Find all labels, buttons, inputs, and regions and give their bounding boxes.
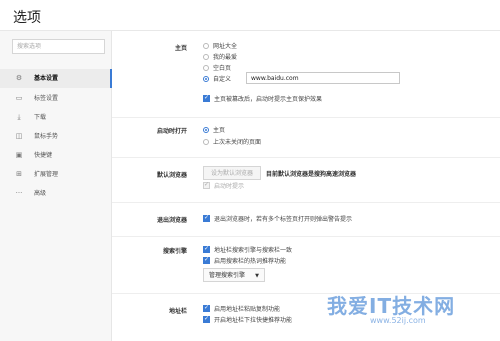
page-title: 选项 [13, 10, 41, 26]
sidebar-item-label: 高级 [34, 190, 47, 197]
radio-homepage-custom[interactable]: 自定义 [203, 75, 231, 84]
checkbox-checked-icon [203, 93, 210, 102]
checkbox-paste-copy[interactable]: 启用地址栏粘贴复制功能 [203, 303, 280, 314]
gear-icon: ⚙ [15, 74, 23, 82]
keyboard-icon: ▣ [15, 151, 23, 159]
section-divider [112, 117, 500, 118]
radio-homepage-favorites[interactable]: 我的最爱 [203, 53, 237, 62]
radio-icon [203, 139, 209, 145]
sidebar-item-label: 标签设置 [34, 95, 59, 102]
tab-icon: ▭ [15, 94, 23, 102]
checkbox-hot-words[interactable]: 启用搜索栏的热词推荐功能 [203, 255, 286, 266]
extension-icon: ⊞ [16, 170, 22, 178]
sidebar-item-label: 扩展管理 [34, 171, 59, 178]
section-label-exit-browser: 退出浏览器 [156, 217, 187, 224]
more-icon: ··· [15, 189, 23, 197]
default-browser-status: 目前默认浏览器是搜狗高速浏览器 [266, 171, 357, 178]
section-label-search-engine: 搜索引擎 [162, 248, 187, 255]
checkbox-checked-icon [203, 213, 210, 222]
sidebar-item-advanced[interactable]: ··· 高级 [0, 184, 111, 203]
sidebar-item-label: 快捷键 [34, 152, 53, 159]
radio-icon [203, 54, 209, 60]
section-label-startup: 启动时打开 [156, 128, 187, 135]
sidebar-item-mouse-gestures[interactable]: ◫ 鼠标手势 [0, 127, 111, 146]
radio-selected-icon [203, 127, 209, 133]
sidebar-item-download[interactable]: ⤓ 下载 [0, 108, 111, 127]
checkbox-checked-icon [203, 255, 210, 264]
set-default-browser-button[interactable]: 设为默认浏览器 [203, 166, 261, 180]
chevron-down-icon: ▼ [255, 273, 259, 279]
checkbox-checked-icon [203, 244, 210, 253]
sidebar-item-shortcuts[interactable]: ▣ 快捷键 [0, 146, 111, 165]
homepage-url-input[interactable]: www.baidu.com [246, 72, 400, 84]
radio-icon [203, 65, 209, 71]
radio-startup-last-session[interactable]: 上次未关闭的页面 [203, 138, 261, 147]
mouse-icon: ◫ [15, 132, 23, 140]
section-divider [112, 236, 500, 237]
section-label-address-bar: 地址栏 [168, 308, 187, 315]
checkbox-dropdown-suggest[interactable]: 开启地址栏下拉快捷推荐功能 [203, 314, 292, 325]
checkbox-checked-icon [203, 314, 210, 323]
checkbox-checked-icon [203, 303, 210, 312]
watermark-logo: 我爱IT技术网 [327, 294, 456, 318]
radio-homepage-blank[interactable]: 空白页 [203, 64, 231, 73]
radio-icon [203, 43, 209, 49]
section-label-homepage: 主页 [174, 45, 187, 52]
checkbox-search-sync[interactable]: 地址栏搜索引擎与搜索栏一致 [203, 244, 292, 255]
radio-homepage-nav[interactable]: 网址大全 [203, 42, 237, 51]
sidebar-item-extensions[interactable]: ⊞ 扩展管理 [0, 165, 111, 184]
manage-search-engines-dropdown[interactable]: 管理搜索引擎 ▼ [203, 268, 265, 282]
search-input[interactable]: 搜索选项 [12, 39, 105, 54]
download-icon: ⤓ [17, 113, 21, 121]
checkbox-disabled-icon [203, 180, 210, 189]
checkbox-exit-warning[interactable]: 退出浏览器时，若有多个标签页打开则弹出警告提示 [203, 213, 352, 224]
sidebar: 搜索选项 ⚙ 基本设置 ▭ 标签设置 ⤓ 下载 ◫ 鼠标手势 ▣ 快捷键 ⊞ 扩… [0, 31, 112, 341]
sidebar-item-tab-settings[interactable]: ▭ 标签设置 [0, 89, 111, 108]
checkbox-startup-prompt[interactable]: 启动时提示 [203, 180, 244, 191]
options-header: 选项 [0, 0, 500, 31]
sidebar-item-label: 下载 [34, 114, 47, 121]
sidebar-item-label: 鼠标手势 [34, 133, 59, 140]
sidebar-item-label: 基本设置 [34, 75, 59, 82]
radio-startup-homepage[interactable]: 主页 [203, 126, 225, 135]
radio-selected-icon [203, 76, 209, 82]
sidebar-item-basic-settings[interactable]: ⚙ 基本设置 [0, 69, 112, 88]
checkbox-homepage-protect[interactable]: 主页被篡改后，启动时提示主页保护效果 [203, 93, 322, 104]
section-label-default-browser: 默认浏览器 [156, 172, 187, 179]
watermark-url: www.52ij.com [370, 316, 426, 325]
section-divider [112, 157, 500, 158]
section-divider [112, 202, 500, 203]
